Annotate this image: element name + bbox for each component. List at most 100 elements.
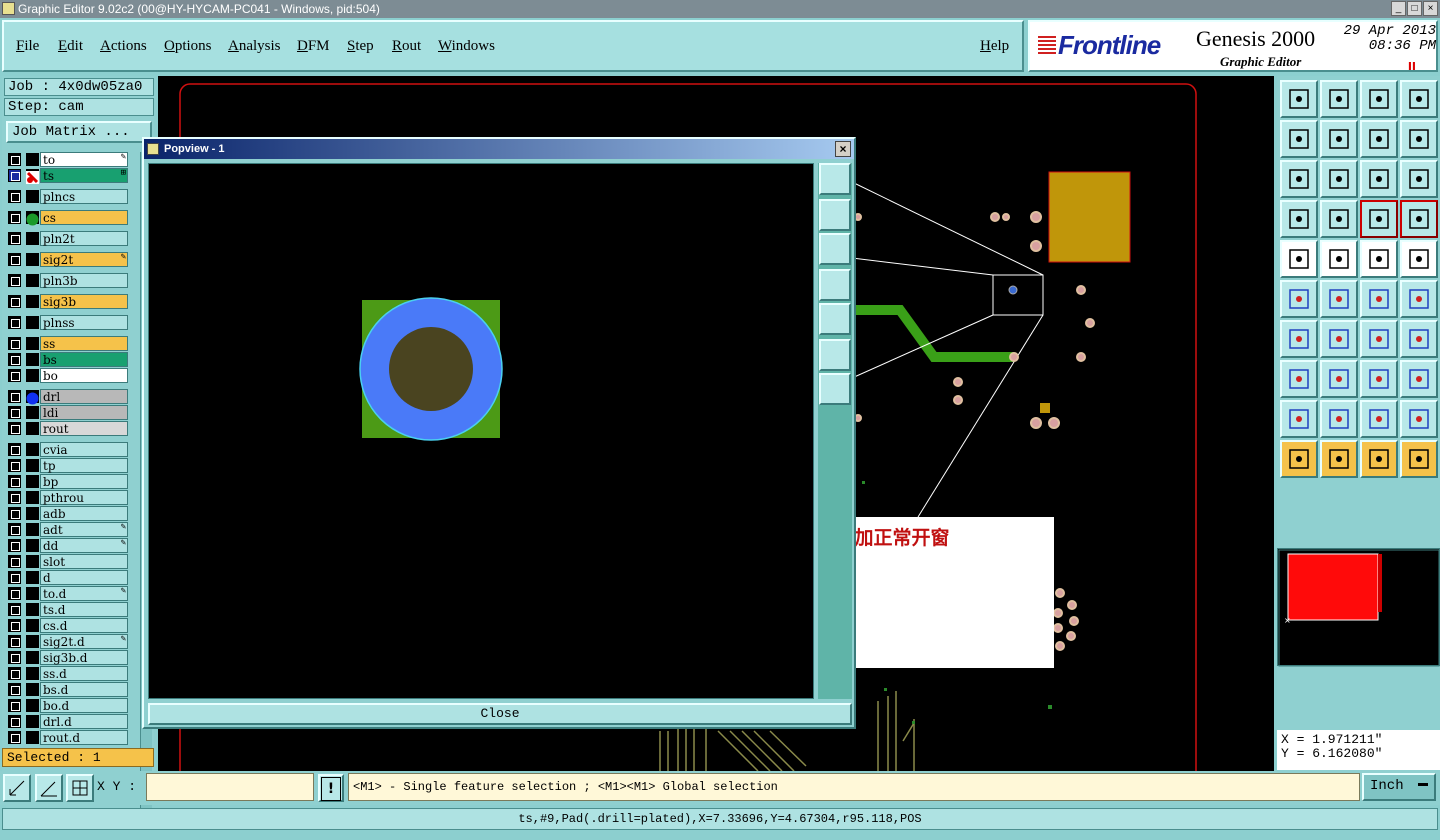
layer-checkbox[interactable] [8, 369, 21, 382]
popview-zoom-in-button[interactable] [819, 339, 851, 371]
line-add-button[interactable] [1360, 280, 1398, 318]
overview-map[interactable]: × [1277, 548, 1440, 667]
layer-checkbox[interactable] [8, 667, 21, 680]
cross-button[interactable] [1320, 280, 1358, 318]
popview-close-button[interactable]: Close [148, 703, 852, 725]
pointer-button[interactable] [1280, 440, 1318, 478]
pause-indicator[interactable]: II [1408, 60, 1416, 73]
layer-row-ts-d[interactable]: ts.d [6, 602, 128, 617]
layer-row-adb[interactable]: adb [6, 506, 128, 521]
scale-button[interactable] [1360, 160, 1398, 198]
zoom-home-button[interactable] [1320, 160, 1358, 198]
snap-angle-button[interactable] [35, 774, 63, 802]
grid-button[interactable] [1320, 200, 1358, 238]
line-button[interactable] [1320, 320, 1358, 358]
layer-row-tp[interactable]: tp [6, 458, 128, 473]
layer-name[interactable]: bo [40, 368, 128, 383]
snap-grid-button[interactable] [3, 774, 31, 802]
angle-button[interactable] [1280, 320, 1318, 358]
snap-center-button[interactable] [66, 774, 94, 802]
layer-row-ts[interactable]: ts ⊞ [6, 168, 128, 184]
layer-row-bp[interactable]: bp [6, 474, 128, 489]
layer-row-rout[interactable]: rout [6, 421, 128, 436]
layer-row-to-d[interactable]: to.d ✎ [6, 586, 128, 601]
layer-checkbox[interactable] [8, 316, 21, 329]
layer-checkbox[interactable] [8, 523, 21, 536]
popview-pan-right-button[interactable] [819, 303, 851, 335]
layer-name[interactable]: sig3b.d [40, 650, 128, 665]
layer-row-ss[interactable]: ss [6, 336, 128, 351]
layer-name[interactable]: bs [40, 352, 128, 367]
circles-button[interactable] [1400, 360, 1438, 398]
menu-options[interactable]: Options [164, 38, 212, 55]
layer-name[interactable]: rout.d [40, 730, 128, 745]
dash-button[interactable] [1320, 360, 1358, 398]
popview-pan-up-button[interactable] [819, 199, 851, 231]
layer-checkbox[interactable] [8, 274, 21, 287]
popview-close-x-button[interactable]: × [835, 141, 851, 157]
minimize-button[interactable]: _ [1391, 1, 1406, 16]
layer-row-rout-d[interactable]: rout.d [6, 730, 128, 745]
layer-row-adt[interactable]: adt ✎ [6, 522, 128, 537]
layer-name[interactable]: pthrou [40, 490, 128, 505]
layer-name[interactable]: drl.d [40, 714, 128, 729]
help-button[interactable] [1400, 160, 1438, 198]
select-outline-button[interactable] [1320, 240, 1358, 278]
popview-zoom-window-button[interactable] [819, 163, 851, 195]
layer-name[interactable]: adb [40, 506, 128, 521]
route-button[interactable] [1400, 440, 1438, 478]
layer-name[interactable]: ss.d [40, 666, 128, 681]
layer-checkbox[interactable] [8, 683, 21, 696]
maximize-button[interactable]: □ [1407, 1, 1422, 16]
layer-checkbox[interactable] [8, 422, 21, 435]
arc-button[interactable] [1360, 320, 1398, 358]
pointer-box-button[interactable] [1320, 440, 1358, 478]
layer-name[interactable]: to.d [40, 586, 128, 601]
layer-checkbox[interactable] [8, 507, 21, 520]
menu-analysis[interactable]: Analysis [228, 38, 281, 55]
net-button[interactable] [1280, 280, 1318, 318]
layer-name[interactable]: plnss [40, 315, 128, 330]
warning-button[interactable]: ! [318, 774, 344, 802]
layer-row-d[interactable]: d [6, 570, 128, 585]
layer-row-drl[interactable]: drl [6, 389, 128, 405]
layer-checkbox[interactable] [8, 571, 21, 584]
layer-name[interactable]: dd [40, 538, 128, 553]
layer-row-ss-d[interactable]: ss.d [6, 666, 128, 681]
layer-name[interactable]: sig2t.d [40, 634, 128, 649]
layer-row-bs-d[interactable]: bs.d [6, 682, 128, 697]
popview-pan-left-button[interactable] [819, 269, 851, 301]
layer-name[interactable]: ss [40, 336, 128, 351]
menu-windows[interactable]: Windows [438, 38, 495, 55]
layer-checkbox[interactable] [8, 587, 21, 600]
menu-edit[interactable]: Edit [58, 38, 83, 55]
job-matrix-button[interactable]: Job Matrix ... [6, 121, 152, 143]
layer-name[interactable]: rout [40, 421, 128, 436]
home-down-button[interactable] [1320, 80, 1358, 118]
layers-red2-button[interactable] [1400, 200, 1438, 238]
split-button[interactable] [1400, 320, 1438, 358]
layer-checkbox[interactable] [8, 619, 21, 632]
layer-name[interactable]: d [40, 570, 128, 585]
layer-row-sig2t[interactable]: sig2t ✎ [6, 252, 128, 267]
layer-row-sig2t-d[interactable]: sig2t.d ✎ [6, 634, 128, 649]
triangle4-button[interactable] [1400, 400, 1438, 438]
layer-name[interactable]: plncs [40, 189, 128, 204]
layer-name[interactable]: cvia [40, 442, 128, 457]
popview-zoom-out-button[interactable] [819, 373, 851, 405]
layer-name[interactable]: slot [40, 554, 128, 569]
layer-row-sig3b-d[interactable]: sig3b.d [6, 650, 128, 665]
layer-checkbox[interactable] [8, 190, 21, 203]
layer-name[interactable]: bs.d [40, 682, 128, 697]
menu-file[interactable]: File [16, 38, 39, 55]
layers-red-button[interactable] [1360, 200, 1398, 238]
layer-checkbox[interactable] [8, 337, 21, 350]
select-pad-button[interactable] [1280, 240, 1318, 278]
triangle2-button[interactable] [1320, 400, 1358, 438]
measure-button[interactable] [1360, 240, 1398, 278]
layer-name[interactable]: bo.d [40, 698, 128, 713]
menu-help[interactable]: Help [980, 38, 1009, 55]
layer-checkbox[interactable] [8, 475, 21, 488]
window-split-button[interactable] [1400, 80, 1438, 118]
layer-checkbox[interactable] [8, 459, 21, 472]
